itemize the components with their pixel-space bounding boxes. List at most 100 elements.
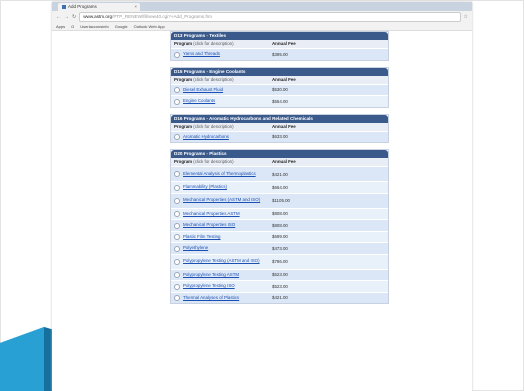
program-link[interactable]: Engine Coolants xyxy=(183,98,215,104)
program-radio[interactable] xyxy=(174,51,180,58)
program-link[interactable]: Plastic Film Testing xyxy=(183,234,221,240)
program-cell: Polyethylene xyxy=(171,243,272,254)
browser-screenshot: Add Programs × ← → ↻ www.astm.org/PTP_RE… xyxy=(52,2,472,391)
program-column-header: Program (click for description) xyxy=(171,40,272,48)
annual-fee: $699.00 xyxy=(272,234,288,240)
program-radio[interactable] xyxy=(174,222,180,229)
program-link[interactable]: Elemental Analysis of Thermoplastics xyxy=(183,171,256,177)
annual-fee: $421.00 xyxy=(272,295,288,301)
fee-column-header: Annual Fee xyxy=(272,41,296,46)
program-section: D13 Programs - Textiles Program (click fo… xyxy=(170,31,389,61)
bookmarks-bar: Apps G Userlacconsinfo Google Outlook We… xyxy=(52,22,472,31)
program-column-header: Program (click for description) xyxy=(171,123,272,131)
section-column-headers: Program (click for description) Annual Fe… xyxy=(171,158,388,166)
favicon-icon xyxy=(62,4,66,9)
program-row: Polyethylene $473.00 xyxy=(171,242,388,254)
program-cell: Engine Coolants xyxy=(171,96,272,107)
section-column-headers: Program (click for description) Annual Fe… xyxy=(171,40,388,48)
program-cell: Elemental Analysis of Thermoplastics xyxy=(171,169,272,180)
program-radio[interactable] xyxy=(174,134,180,140)
tab-close-icon[interactable]: × xyxy=(134,3,137,11)
reload-icon[interactable]: ↻ xyxy=(72,14,76,20)
programs-list: D13 Programs - Textiles Program (click fo… xyxy=(170,31,389,310)
program-cell: Diesel Exhaust Fluid xyxy=(171,85,272,96)
program-link[interactable]: Mechanical Properties ISO xyxy=(183,222,235,228)
forward-arrow-icon[interactable]: → xyxy=(64,14,69,20)
annual-fee: $633.00 xyxy=(272,134,288,140)
section-column-headers: Program (click for description) Annual Fe… xyxy=(171,75,388,84)
program-row: Polypropylene Testing ASTM $523.00 xyxy=(171,268,388,280)
program-link[interactable]: Flammability (Plastics) xyxy=(183,184,227,190)
bookmark-google[interactable]: Google xyxy=(115,24,128,29)
annual-fee: $1105.00 xyxy=(272,198,290,203)
back-arrow-icon[interactable]: ← xyxy=(56,14,61,20)
program-link[interactable]: Polypropylene Testing ASTM xyxy=(183,272,239,278)
program-row: Elemental Analysis of Thermoplastics $421… xyxy=(171,166,388,181)
bookmark-userlacconsinfo[interactable]: Userlacconsinfo xyxy=(80,24,108,29)
browser-tab[interactable]: Add Programs × xyxy=(58,3,140,11)
program-column-header: Program (click for description) xyxy=(171,158,272,166)
annual-fee: $808.00 xyxy=(272,211,288,217)
program-row: Mechanical Properties ISO $808.00 xyxy=(171,219,388,231)
section-title: D13 Programs - Textiles xyxy=(171,32,388,40)
program-radio[interactable] xyxy=(174,184,180,191)
program-link[interactable]: Aromatic Hydrocarbons xyxy=(183,134,229,140)
annual-fee: $395.00 xyxy=(272,51,288,57)
program-radio[interactable] xyxy=(174,197,180,204)
program-section: D15 Programs - Engine Coolants Program (c… xyxy=(170,66,389,108)
program-radio[interactable] xyxy=(174,272,180,278)
program-radio[interactable] xyxy=(174,234,180,240)
program-cell: Polypropylene Testing ISO xyxy=(171,281,272,292)
program-row: Engine Coolants $554.00 xyxy=(171,95,388,107)
bookmark-g[interactable]: G xyxy=(71,24,74,29)
program-link[interactable]: Polyethylene xyxy=(183,245,208,251)
program-header-hint: (click for description) xyxy=(193,159,234,164)
annual-fee: $523.00 xyxy=(272,283,288,289)
program-radio[interactable] xyxy=(174,171,180,178)
program-link[interactable]: Polypropylene Testing ISO xyxy=(183,283,235,289)
browser-tabstrip: Add Programs × xyxy=(52,2,472,11)
program-row: Flammability (Plastics) $664.00 xyxy=(171,181,388,193)
program-row: Diesel Exhaust Fluid $530.00 xyxy=(171,83,388,96)
program-row: Polypropylene Testing ISO $523.00 xyxy=(171,280,388,292)
program-link[interactable]: Thermal Analyses of Plastics xyxy=(183,295,239,301)
program-radio[interactable] xyxy=(174,245,180,252)
section-column-headers: Program (click for description) Annual Fe… xyxy=(171,122,388,131)
program-header-label: Program xyxy=(174,41,193,46)
program-link[interactable]: Diesel Exhaust Fluid xyxy=(183,87,223,93)
url-path: /PTP_RENEW/fillnew40.cgi?+Add_Programs.f… xyxy=(112,13,213,19)
annual-fee: $523.00 xyxy=(272,272,288,278)
bookmark-outlook[interactable]: Outlook Web App xyxy=(134,24,165,29)
program-radio[interactable] xyxy=(174,211,180,217)
program-header-label: Program xyxy=(174,123,193,129)
program-cell: Mechanical Properties (ASTM and ISO) xyxy=(171,195,272,206)
program-cell: Flammability (Plastics) xyxy=(171,182,272,193)
program-header-hint: (click for description) xyxy=(193,41,234,46)
program-link[interactable]: Yarns and Threads xyxy=(183,51,220,57)
program-radio[interactable] xyxy=(174,258,180,265)
program-cell: Mechanical Properties ASTM xyxy=(171,209,272,220)
program-link[interactable]: Polypropylene Testing (ASTM and ISO) xyxy=(183,258,260,264)
program-radio[interactable] xyxy=(174,98,180,105)
program-radio[interactable] xyxy=(174,295,180,301)
program-link[interactable]: Mechanical Properties ASTM xyxy=(183,211,240,217)
program-cell: Polypropylene Testing (ASTM and ISO) xyxy=(171,256,272,267)
annual-fee: $664.00 xyxy=(272,184,288,190)
program-radio[interactable] xyxy=(174,87,180,93)
bookmark-apps[interactable]: Apps xyxy=(56,24,65,29)
program-cell: Plastic Film Testing xyxy=(171,232,272,243)
program-link[interactable]: Mechanical Properties (ASTM and ISO) xyxy=(183,197,260,203)
program-header-hint: (click for description) xyxy=(193,76,234,82)
program-row: Thermal Analyses of Plastics $421.00 xyxy=(171,291,388,303)
bookmark-star-icon[interactable]: ☆ xyxy=(464,14,468,20)
annual-fee: $554.00 xyxy=(272,98,288,104)
program-header-label: Program xyxy=(174,159,193,164)
tab-title: Add Programs xyxy=(68,4,97,9)
program-radio[interactable] xyxy=(174,283,180,290)
url-field[interactable]: www.astm.org/PTP_RENEW/fillnew40.cgi?+Ad… xyxy=(79,11,461,22)
program-row: Polypropylene Testing (ASTM and ISO) $786… xyxy=(171,253,388,269)
program-cell: Aromatic Hydrocarbons xyxy=(171,132,272,143)
fee-column-header: Annual Fee xyxy=(272,76,296,82)
program-section: D16 Programs - Aromatic Hydrocarbons and… xyxy=(170,113,389,143)
program-row: Aromatic Hydrocarbons $633.00 xyxy=(171,130,388,143)
